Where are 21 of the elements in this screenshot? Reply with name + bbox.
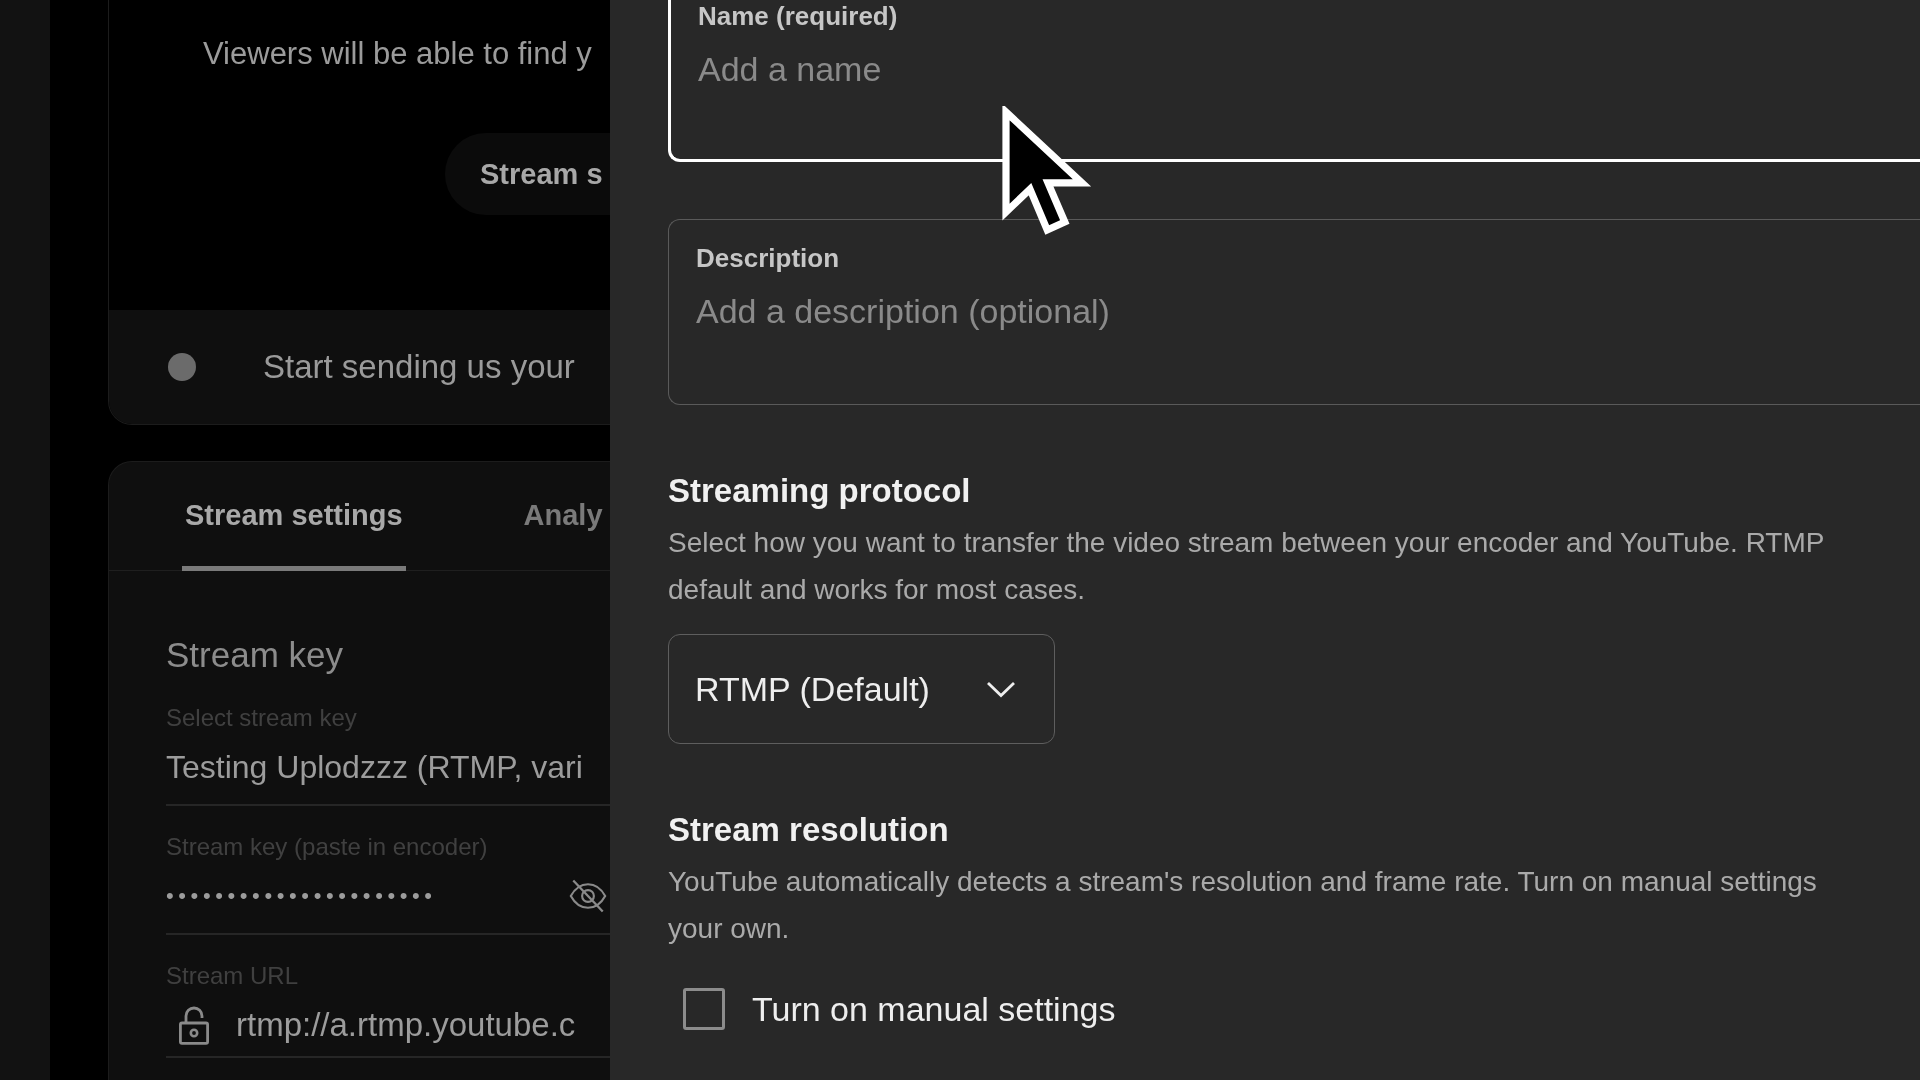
tab[interactable]: Analy xyxy=(520,462,606,571)
stream-url-field[interactable]: rtmp://a.rtmp.youtube.c xyxy=(166,1005,610,1058)
tab[interactable]: Stream settings xyxy=(182,462,406,571)
eye-off-icon[interactable] xyxy=(568,878,608,914)
stream-button[interactable]: Stream s xyxy=(445,133,610,215)
manual-settings-checkbox[interactable] xyxy=(683,988,725,1030)
checkbox-label[interactable]: Turn on manual settings xyxy=(752,989,1116,1029)
lock-icon xyxy=(178,1005,210,1045)
mouse-pointer-icon xyxy=(1000,106,1092,238)
description-field[interactable]: Description Add a description (optional) xyxy=(668,219,1920,405)
section-heading: Stream resolution xyxy=(668,810,949,850)
stream-key-field[interactable]: •••••••••••••••••••••• xyxy=(166,876,610,935)
status-dot-icon xyxy=(168,353,196,381)
section-description: Select how you want to transfer the video stream between your encoder and YouTube. RTMP default and works for most cases. xyxy=(668,526,1825,607)
protocol-dropdown[interactable]: RTMP (Default) xyxy=(668,634,1055,744)
section-description: YouTube automatically detects a stream's resolution and frame rate. Turn on manual settings your own. xyxy=(668,865,1817,946)
preview-message: Viewers will be able to find y xyxy=(203,36,593,72)
section-heading: Streaming protocol xyxy=(668,471,971,511)
chevron-down-icon xyxy=(986,680,1016,698)
status-text: Start sending us your xyxy=(263,348,575,386)
section-title: Stream key xyxy=(166,634,344,676)
